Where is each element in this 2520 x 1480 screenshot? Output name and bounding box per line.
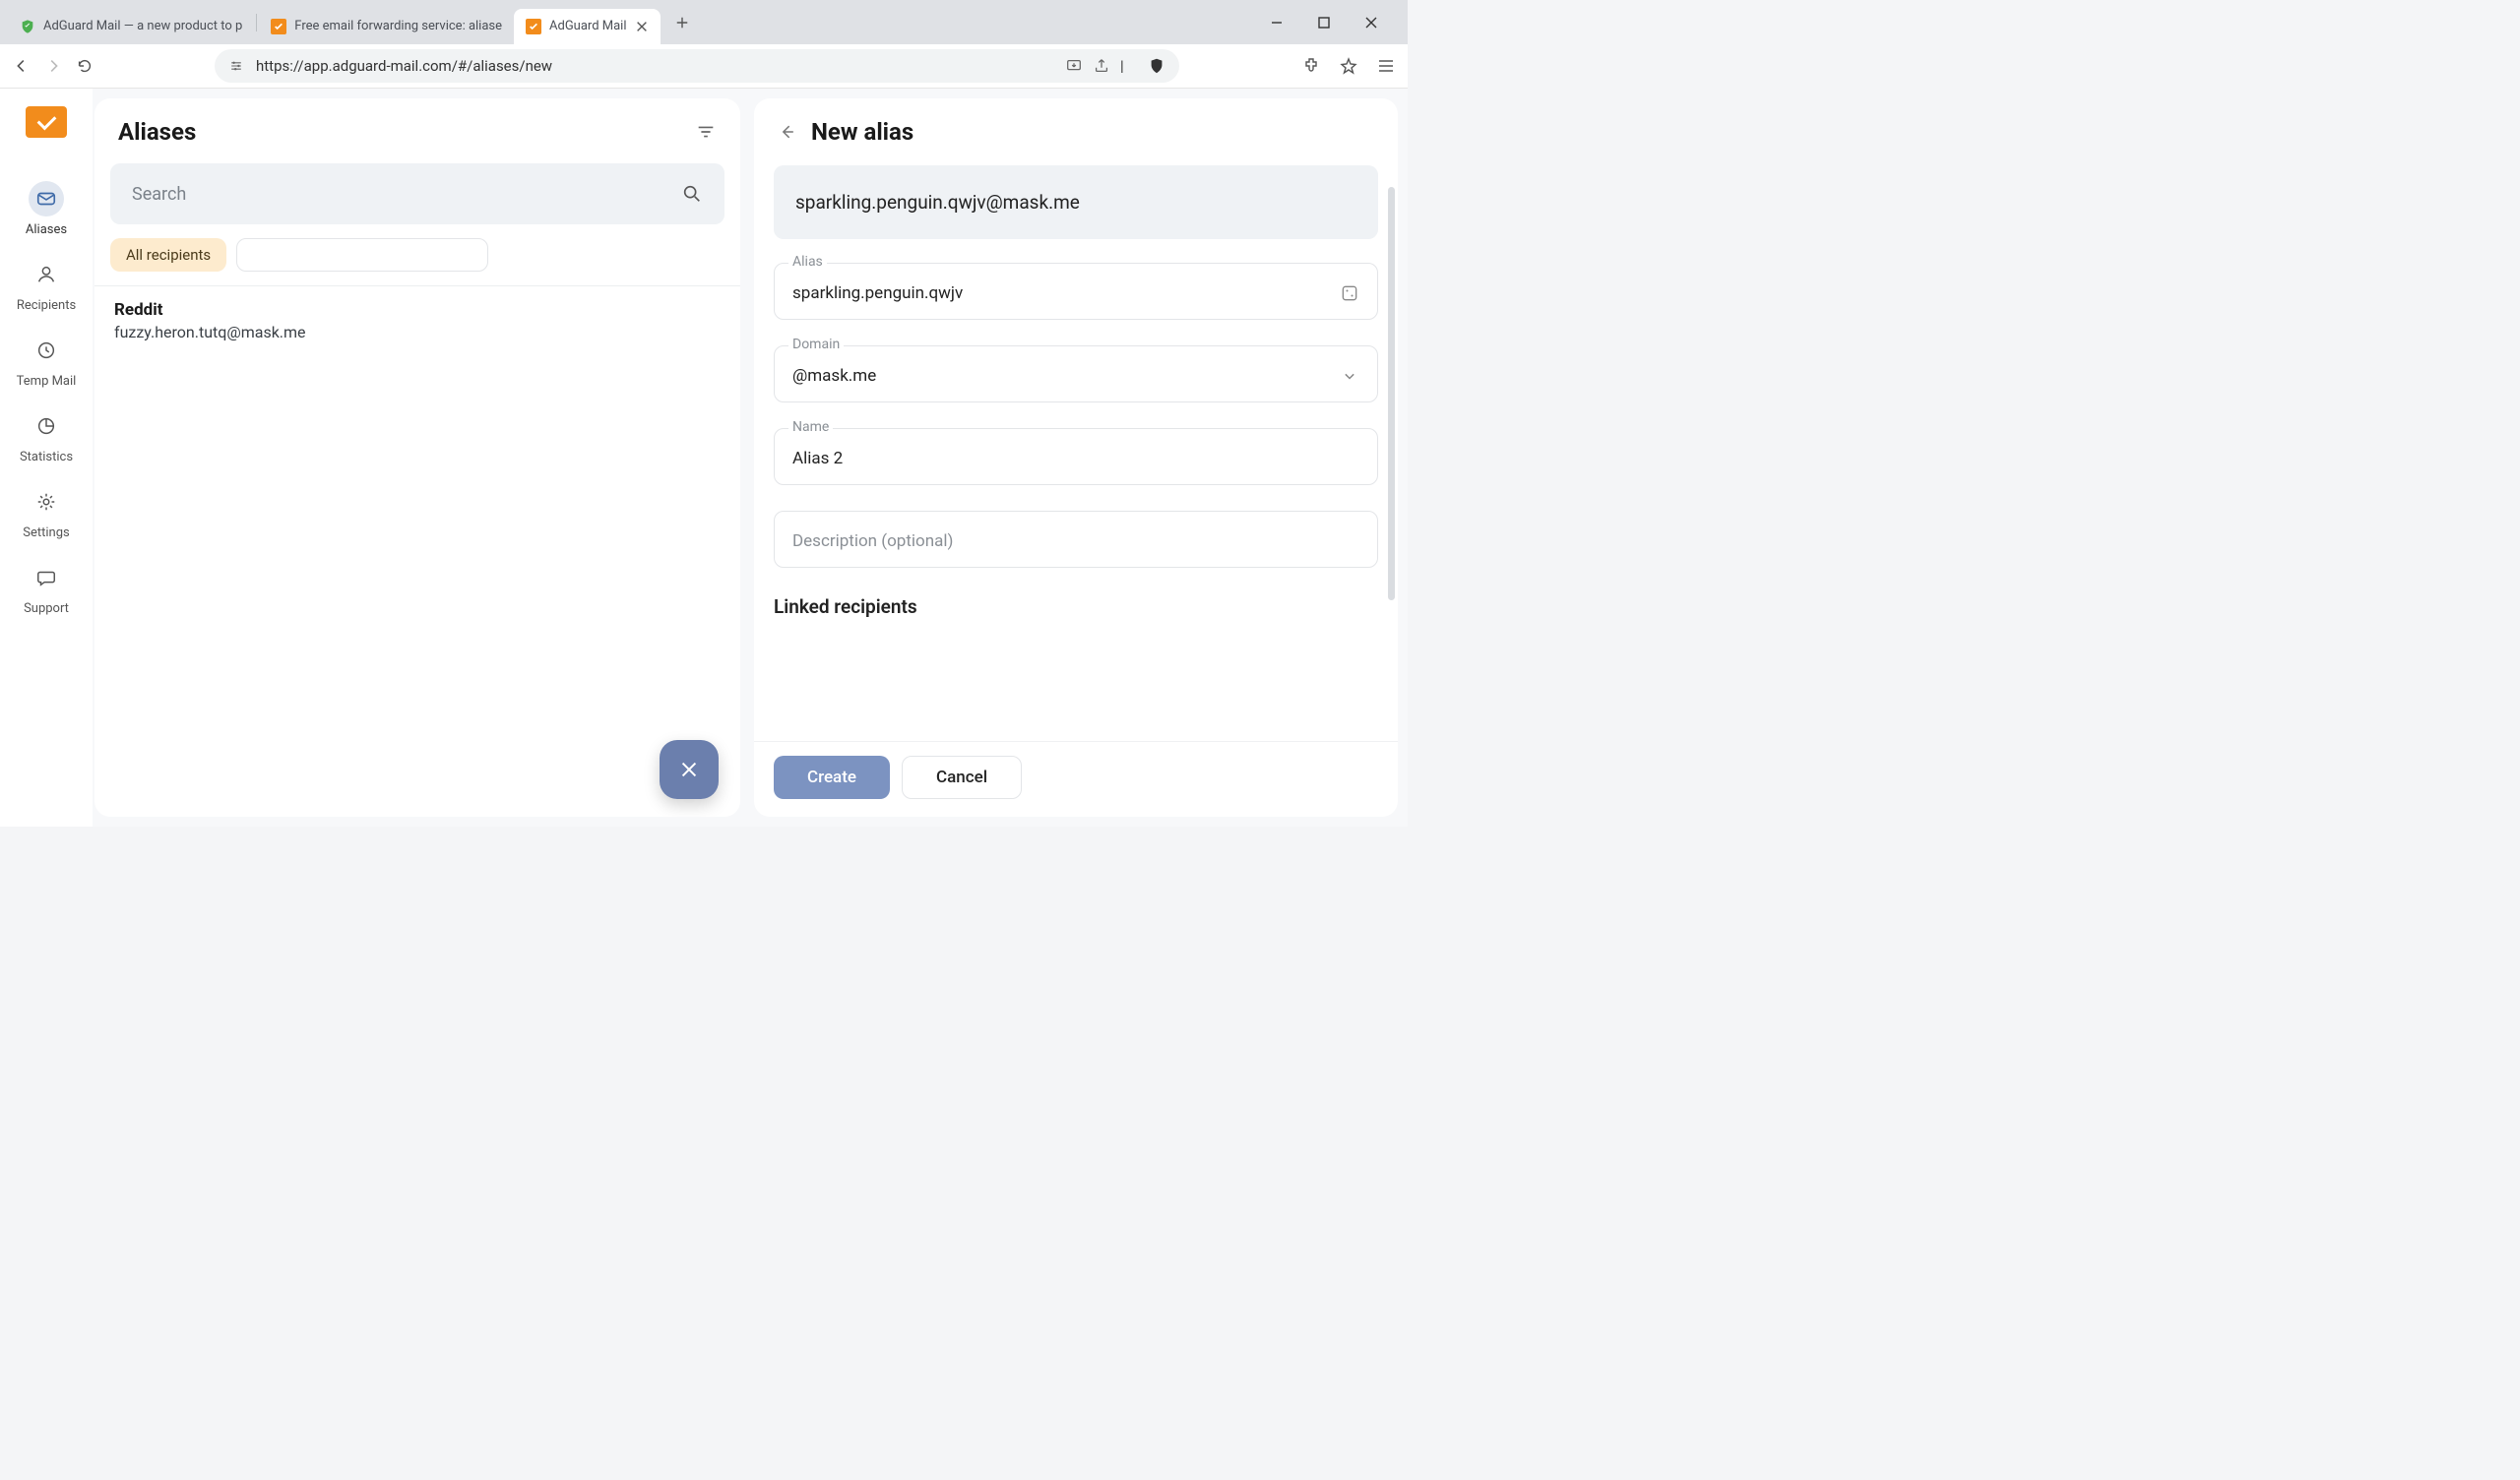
reload-button[interactable]: [75, 57, 94, 75]
alias-input[interactable]: [792, 283, 1340, 303]
sidebar-item-settings[interactable]: Settings: [12, 476, 81, 546]
clock-icon: [29, 333, 64, 368]
sidebar-item-aliases[interactable]: Aliases: [12, 173, 81, 243]
sidebar-item-tempmail[interactable]: Temp Mail: [12, 325, 81, 395]
aliases-title: Aliases: [118, 118, 196, 146]
site-settings-icon[interactable]: [228, 58, 246, 74]
app-logo[interactable]: [26, 106, 67, 138]
divider: |: [1120, 57, 1138, 75]
tab-title: Free email forwarding service: aliase: [294, 19, 502, 33]
scrollbar-thumb[interactable]: [1388, 187, 1395, 600]
minimize-window-icon[interactable]: [1270, 16, 1293, 30]
filter-chip-all-recipients[interactable]: All recipients: [110, 238, 226, 272]
url-field[interactable]: https://app.adguard-mail.com/#/aliases/n…: [215, 49, 1179, 83]
cancel-button[interactable]: Cancel: [902, 756, 1022, 799]
gear-icon: [29, 484, 64, 520]
nav-forward-button[interactable]: [43, 57, 63, 75]
field-label: Alias: [788, 254, 827, 270]
alias-field[interactable]: Alias: [774, 263, 1378, 320]
url-text: https://app.adguard-mail.com/#/aliases/n…: [256, 57, 1055, 75]
share-icon[interactable]: [1093, 57, 1110, 75]
create-button[interactable]: Create: [774, 756, 890, 799]
extensions-icon[interactable]: [1301, 56, 1321, 76]
search-placeholder: Search: [132, 184, 186, 205]
nav-back-button[interactable]: [12, 57, 32, 75]
app-favicon-icon: [271, 19, 286, 34]
brave-shield-icon[interactable]: [1148, 57, 1166, 75]
alias-address: fuzzy.heron.tutq@mask.me: [114, 323, 721, 341]
app-sidebar: Aliases Recipients Temp Mail Statistics …: [0, 89, 93, 827]
app-favicon-icon: [526, 19, 541, 34]
aliases-panel: Aliases Search All recipients Reddit fuz: [94, 98, 740, 817]
person-icon: [29, 257, 64, 292]
tab-title: AdGuard Mail — a new product to p: [43, 19, 242, 33]
field-label: Domain: [788, 337, 844, 352]
field-label: Name: [788, 419, 833, 435]
randomize-icon[interactable]: [1340, 283, 1359, 303]
bookmark-icon[interactable]: [1339, 56, 1358, 76]
browser-tab[interactable]: Free email forwarding service: aliase: [259, 9, 514, 44]
envelope-icon: [29, 181, 64, 216]
chevron-down-icon[interactable]: [1340, 366, 1359, 386]
sidebar-label: Settings: [23, 525, 69, 540]
close-fab-button[interactable]: [660, 740, 719, 799]
sidebar-item-statistics[interactable]: Statistics: [12, 401, 81, 470]
sidebar-label: Recipients: [17, 298, 76, 313]
sidebar-label: Temp Mail: [17, 374, 77, 389]
search-icon: [681, 183, 703, 205]
close-window-icon[interactable]: [1364, 16, 1388, 30]
sidebar-label: Statistics: [20, 450, 73, 464]
new-tab-button[interactable]: [668, 9, 696, 36]
browser-tab-bar: AdGuard Mail — a new product to p Free e…: [0, 0, 1408, 44]
maximize-window-icon[interactable]: [1317, 16, 1341, 30]
tab-title: AdGuard Mail: [549, 19, 627, 33]
pie-icon: [29, 408, 64, 444]
browser-address-bar: https://app.adguard-mail.com/#/aliases/n…: [0, 44, 1408, 89]
description-field[interactable]: [774, 511, 1378, 568]
domain-field[interactable]: Domain @mask.me: [774, 345, 1378, 402]
alias-email-preview: sparkling.penguin.qwjv@mask.me: [774, 165, 1378, 239]
filter-icon[interactable]: [695, 121, 717, 143]
filter-chip-empty[interactable]: [236, 238, 488, 272]
search-input[interactable]: Search: [110, 163, 724, 224]
browser-tab[interactable]: AdGuard Mail — a new product to p: [8, 9, 254, 44]
chat-icon: [29, 560, 64, 595]
sidebar-item-support[interactable]: Support: [12, 552, 81, 622]
sidebar-label: Support: [24, 601, 69, 616]
linked-recipients-heading: Linked recipients: [774, 593, 1378, 630]
description-input[interactable]: [792, 531, 1359, 551]
install-app-icon[interactable]: [1065, 57, 1083, 75]
back-button[interactable]: [778, 122, 797, 142]
tab-separator: [256, 14, 257, 31]
alias-name: Reddit: [114, 300, 721, 320]
shield-icon: [20, 19, 35, 34]
close-tab-icon[interactable]: [635, 20, 649, 33]
name-input[interactable]: [792, 449, 1359, 468]
new-alias-panel: New alias sparkling.penguin.qwjv@mask.me…: [754, 98, 1398, 817]
domain-value: @mask.me: [792, 366, 1340, 386]
menu-icon[interactable]: [1376, 56, 1396, 76]
sidebar-item-recipients[interactable]: Recipients: [12, 249, 81, 319]
name-field[interactable]: Name: [774, 428, 1378, 485]
browser-tab-active[interactable]: AdGuard Mail: [514, 9, 661, 44]
new-alias-title: New alias: [811, 118, 914, 146]
sidebar-label: Aliases: [26, 222, 67, 237]
alias-list-item[interactable]: Reddit fuzzy.heron.tutq@mask.me: [94, 286, 740, 355]
